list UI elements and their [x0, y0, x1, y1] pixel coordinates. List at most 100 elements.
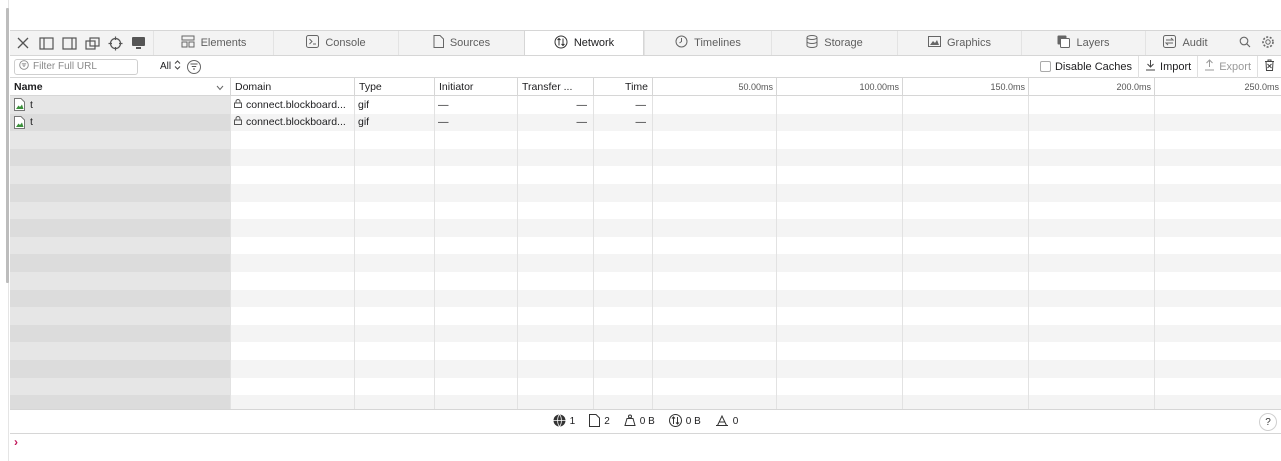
table-header: Name Domain Type Initiator Transfer ... … [10, 78, 1281, 96]
domains-count: 1 [553, 413, 576, 430]
request-transfer: — [576, 98, 588, 111]
disable-caches-checkbox[interactable] [1039, 61, 1051, 72]
request-transfer: — [576, 116, 588, 129]
tab-network[interactable]: Network [524, 31, 644, 55]
request-name-cell: t [10, 96, 230, 114]
disable-caches-toggle[interactable]: Disable Caches [1034, 56, 1138, 78]
tab-label: Graphics [946, 37, 992, 49]
network-transfer-icon [668, 413, 682, 430]
filter-url-input[interactable] [33, 61, 133, 72]
import-button[interactable]: Import [1138, 55, 1197, 78]
console-prompt[interactable]: › [10, 433, 1281, 449]
window-controls [10, 31, 153, 55]
request-type: gif [358, 98, 370, 111]
close-icon[interactable] [14, 34, 32, 52]
name-column-stripe [10, 342, 230, 360]
request-domain: connect.blockboard... [246, 116, 346, 129]
chevron-updown-icon [174, 60, 181, 73]
column-header-domain[interactable]: Domain [230, 78, 354, 96]
timeline-tick: 150.0ms [903, 78, 1029, 96]
tab-sources[interactable]: Sources [398, 31, 524, 55]
dock-left-icon[interactable] [37, 34, 55, 52]
table-row[interactable]: t connect.blockboard... gif — — — [10, 114, 1281, 132]
graphics-icon [927, 36, 941, 50]
column-header-time[interactable]: Time [593, 78, 652, 96]
tab-console[interactable]: Console [273, 31, 398, 55]
table-row[interactable]: t connect.blockboard... gif — — — [10, 96, 1281, 114]
weight-icon [624, 414, 636, 429]
timelines-icon [675, 35, 688, 51]
sources-icon [433, 35, 444, 51]
name-column-stripe [10, 131, 230, 149]
inspector-tab-bar: Elements Console Sources Network Timelin… [10, 30, 1281, 56]
tab-timelines[interactable]: Timelines [644, 31, 771, 55]
storage-icon [806, 35, 818, 51]
request-name-cell: t [10, 114, 230, 132]
export-button[interactable]: Export [1197, 55, 1257, 78]
request-name: t [30, 116, 33, 129]
import-icon [1145, 59, 1156, 74]
filter-url-field[interactable] [14, 58, 138, 75]
column-header-name[interactable]: Name [10, 78, 230, 96]
column-divider [593, 96, 594, 409]
timeline-grid-line [1154, 96, 1155, 409]
document-icon [589, 413, 601, 430]
device-icon[interactable] [129, 34, 147, 52]
gear-icon[interactable] [1261, 35, 1275, 52]
clear-log-button[interactable] [1257, 55, 1281, 78]
name-column-stripe [10, 307, 230, 325]
tab-layers[interactable]: Layers [1021, 31, 1145, 55]
search-icon[interactable] [1239, 36, 1251, 51]
filter-options-icon[interactable] [187, 59, 202, 74]
domains-value: 1 [569, 416, 576, 427]
name-column-stripe [10, 395, 230, 409]
tab-elements[interactable]: Elements [153, 31, 273, 55]
console-icon [306, 35, 320, 51]
name-column-stripe [10, 166, 230, 184]
column-header-type[interactable]: Type [354, 78, 434, 96]
trash-icon [1264, 59, 1275, 74]
tab-audit[interactable]: Audit [1145, 31, 1225, 55]
tab-label: Storage [824, 37, 863, 49]
name-column-stripe [10, 254, 230, 272]
name-column-stripe [10, 219, 230, 237]
column-divider [517, 96, 518, 409]
filter-icon [19, 60, 29, 73]
lock-icon [234, 116, 242, 128]
timeline-tick: 200.0ms [1029, 78, 1155, 96]
resize-handle[interactable] [6, 8, 9, 283]
tab-label: Sources [449, 37, 491, 49]
column-header-transfer[interactable]: Transfer ... [517, 78, 593, 96]
timeline-grid-line [1028, 96, 1029, 409]
timeline-tick: 50.00ms [653, 78, 777, 96]
network-icon [554, 35, 568, 52]
column-header-label: Initiator [439, 81, 474, 93]
request-name: t [30, 98, 33, 111]
column-header-label: Transfer ... [522, 81, 573, 93]
import-label: Import [1160, 60, 1192, 73]
name-column-stripe [10, 237, 230, 255]
elements-icon [181, 35, 195, 51]
request-type: gif [358, 116, 370, 129]
name-column-stripe [10, 324, 230, 343]
export-icon [1204, 59, 1215, 74]
request-initiator: — [438, 116, 449, 129]
resource-type-select[interactable]: All [160, 60, 181, 73]
size-value: 0 B [685, 416, 701, 427]
column-header-label: Time [625, 81, 648, 93]
tab-storage[interactable]: Storage [771, 31, 897, 55]
column-divider [354, 96, 355, 409]
column-header-initiator[interactable]: Initiator [434, 78, 517, 96]
tab-label: Audit [1182, 37, 1208, 49]
filter-bar-actions: Disable Caches Import Export [1034, 55, 1281, 78]
dock-right-icon[interactable] [60, 34, 78, 52]
detach-window-icon[interactable] [83, 34, 101, 52]
help-button[interactable]: ? [1259, 413, 1277, 431]
layers-icon [1057, 35, 1071, 51]
resource-size: 0 B [668, 413, 701, 430]
tab-graphics[interactable]: Graphics [897, 31, 1021, 55]
column-header-label: Type [359, 81, 382, 93]
chevron-down-icon [216, 82, 224, 94]
crosshair-icon[interactable] [106, 34, 124, 52]
column-header-waterfall[interactable]: 50.00ms 100.00ms 150.0ms 200.0ms 250.0ms [652, 78, 1281, 96]
